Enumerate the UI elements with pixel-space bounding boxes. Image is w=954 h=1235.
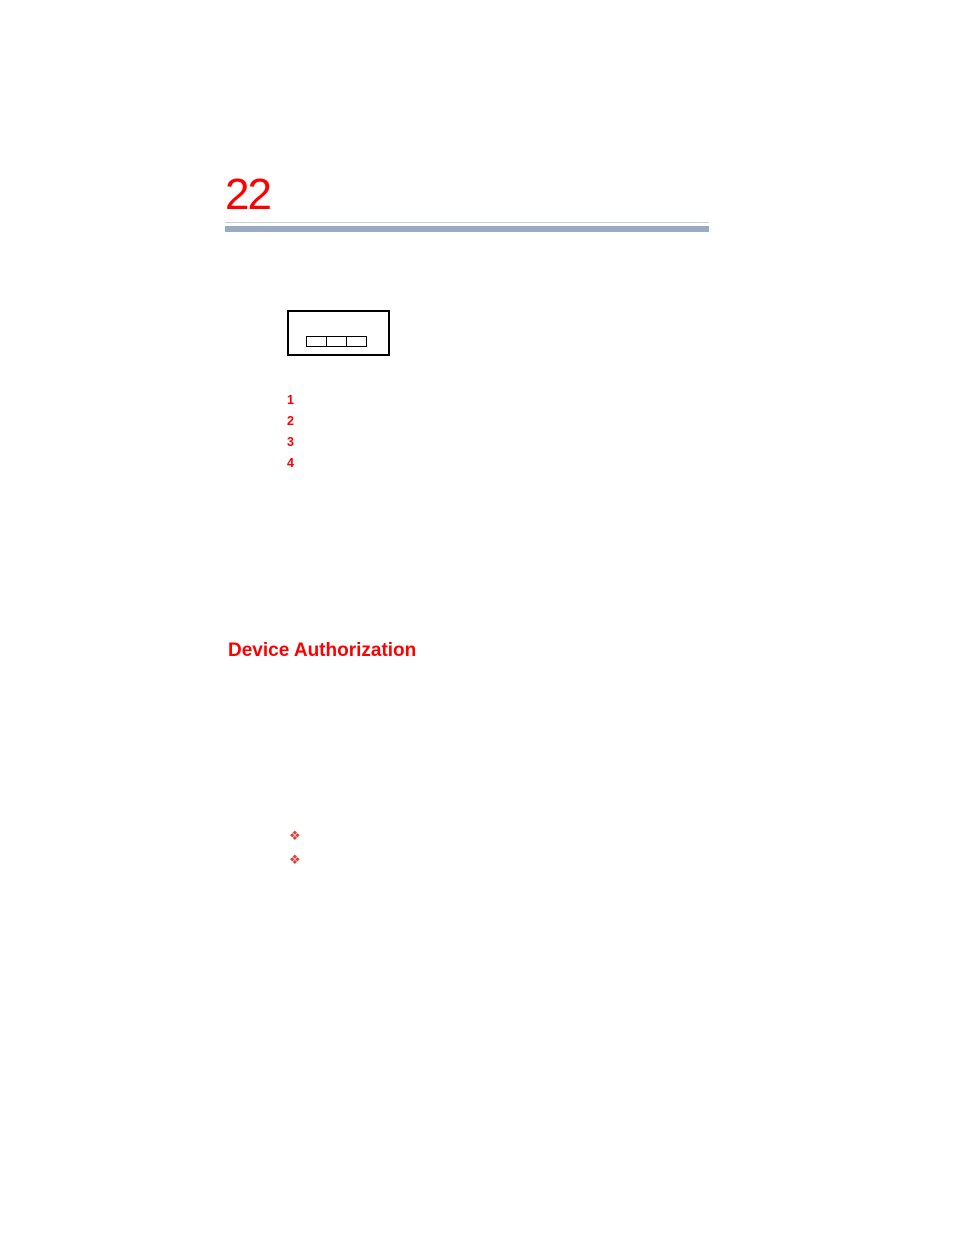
bullet-item: ❖ (289, 824, 301, 848)
bullet-item: ❖ (289, 848, 301, 872)
expresscard-slots (306, 336, 366, 347)
step-number-4: 4 (287, 453, 294, 474)
chapter-number: 22 (225, 170, 270, 220)
section-heading-device-authorization: Device Authorization (228, 640, 416, 662)
rule-thick (225, 226, 709, 232)
step-number-3: 3 (287, 432, 294, 453)
slot-b (326, 336, 347, 347)
diamond-bullet-icon: ❖ (289, 852, 301, 867)
slot-c (346, 336, 367, 347)
slot-a (306, 336, 327, 347)
step-number-1: 1 (287, 390, 294, 411)
step-number-2: 2 (287, 411, 294, 432)
bullet-list: ❖ ❖ (289, 824, 301, 872)
diamond-bullet-icon: ❖ (289, 828, 301, 843)
rule-thin (225, 222, 709, 223)
numbered-steps: 1 2 3 4 (287, 390, 294, 474)
expresscard-diagram (287, 310, 390, 356)
